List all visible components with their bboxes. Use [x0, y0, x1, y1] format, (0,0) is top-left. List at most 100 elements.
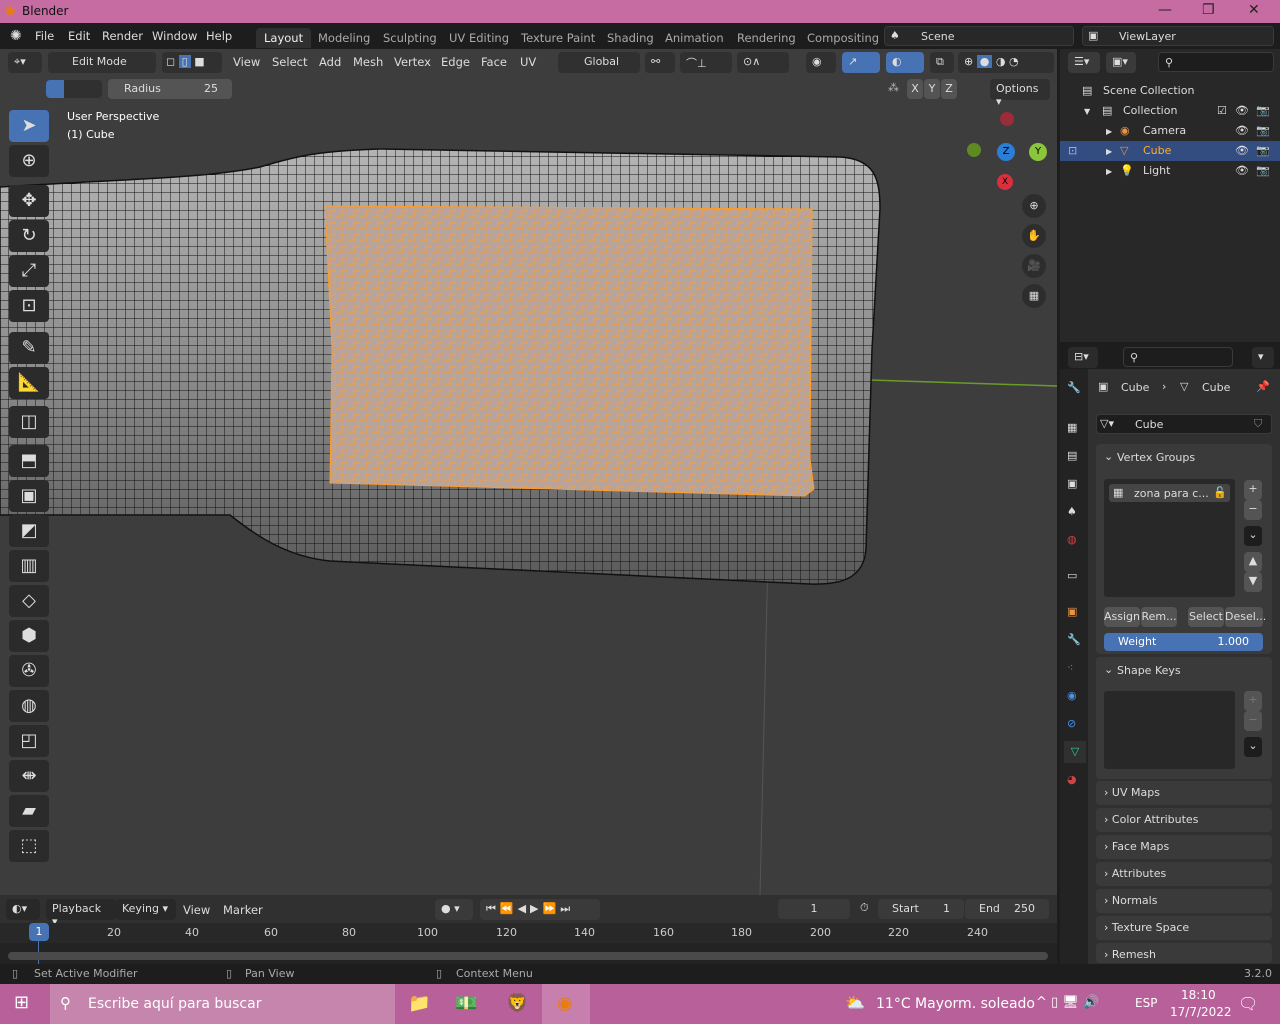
properties-editor-type[interactable]: ⊟▾ — [1068, 347, 1098, 368]
outliner-item-cube[interactable]: ⊡ ▶ ▽ Cube 👁 📷 — [1060, 141, 1280, 161]
outliner-item-light[interactable]: ▶ 💡 Light 👁 📷 — [1060, 161, 1280, 181]
overlay-toggle[interactable]: ◐ — [886, 52, 924, 73]
playback-controls[interactable]: ⏮⏪◀▶⏩⏭ — [480, 899, 600, 920]
zoom-icon[interactable]: ⊕ — [1022, 194, 1046, 218]
playback-menu[interactable]: Playback ▾ — [46, 899, 116, 928]
start-frame-field[interactable]: Start 1 — [878, 899, 964, 919]
gizmo-y-axis[interactable]: Y — [1029, 143, 1047, 161]
remove-shape-key-button[interactable]: − — [1244, 711, 1262, 731]
tool-tab-icon[interactable]: 🔧 — [1067, 381, 1081, 394]
menu-render[interactable]: Render — [102, 29, 143, 43]
collection-tab-icon[interactable]: ▭ — [1067, 569, 1077, 582]
display-mode-button[interactable]: ▣▾ — [1106, 52, 1136, 73]
poly-build-tool-icon[interactable]: ⬢ — [9, 620, 49, 652]
mirror-y-toggle[interactable]: Y — [924, 79, 940, 99]
remove-vertex-group-button[interactable]: − — [1244, 500, 1262, 520]
clock-time[interactable]: 18:10 — [1181, 988, 1216, 1002]
face-maps-panel[interactable]: › Face Maps — [1096, 835, 1272, 859]
3d-viewport[interactable]: ⌖▾ Edit Mode ◻ ▯ ■ View Select Add Mesh … — [0, 49, 1057, 895]
gizmo-toggle[interactable]: ↗ — [842, 52, 880, 73]
remove-button[interactable]: Rem... — [1141, 607, 1177, 627]
shape-keys-title[interactable]: Shape Keys — [1117, 664, 1181, 677]
menu-help[interactable]: Help — [206, 29, 232, 43]
proportional-edit-button[interactable]: ⊙∧ — [737, 52, 789, 73]
gizmo-z-axis[interactable]: Z — [997, 143, 1015, 161]
measure-tool-icon[interactable]: 📐 — [9, 367, 49, 399]
view-layer-selector[interactable]: ViewLayer — [1082, 26, 1274, 46]
end-frame-field[interactable]: End 250 — [965, 899, 1049, 919]
material-tab-icon[interactable]: ◕ — [1067, 773, 1077, 786]
add-cube-tool-icon[interactable]: ◫ — [9, 406, 49, 438]
auto-keying-button[interactable]: ● ▾ — [435, 899, 473, 920]
color-attributes-panel[interactable]: › Color Attributes — [1096, 808, 1272, 832]
render-icon[interactable]: 📷 — [1256, 144, 1270, 157]
timeline-view-menu[interactable]: View — [183, 903, 210, 917]
select-mode-group[interactable]: ◻ ▯ ■ — [162, 52, 222, 73]
menu-vertex[interactable]: Vertex — [394, 55, 431, 69]
tab-shading[interactable]: Shading — [599, 28, 662, 48]
rip-tool-icon[interactable]: ⬚ — [9, 830, 49, 862]
remesh-panel[interactable]: › Remesh — [1096, 943, 1272, 963]
move-tool-icon[interactable]: ✥ — [9, 185, 49, 217]
tab-modeling[interactable]: Modeling — [310, 28, 378, 48]
pan-hand-icon[interactable]: ✋ — [1022, 224, 1046, 248]
timeline-scrollbar[interactable] — [8, 952, 1048, 960]
mesh-browse-icon[interactable]: ▽▾ — [1100, 417, 1114, 430]
pin-icon[interactable]: 📌 — [1256, 380, 1270, 393]
tab-animation[interactable]: Animation — [657, 28, 732, 48]
brave-browser-icon[interactable]: 🦁 — [506, 993, 528, 1014]
edge-select-icon[interactable]: ▯ — [178, 55, 191, 68]
add-shape-key-button[interactable]: + — [1244, 691, 1262, 711]
extrude-tool-icon[interactable]: ⬒ — [9, 445, 49, 477]
menu-edge[interactable]: Edge — [441, 55, 470, 69]
gizmo-x-axis[interactable]: X — [997, 174, 1013, 190]
windows-start-icon[interactable]: ⊞ — [14, 992, 29, 1013]
outliner-search[interactable]: ⚲ — [1158, 52, 1274, 72]
shading-modes[interactable]: ⊕ ● ◑ ◔ — [958, 52, 1054, 73]
render-tab-icon[interactable]: ▦ — [1067, 421, 1077, 434]
rendered-shading-icon[interactable]: ◔ — [1009, 55, 1019, 68]
blender-taskbar-button[interactable]: ◉ — [542, 984, 590, 1024]
mesh-data-tab-icon[interactable]: ▽ — [1064, 741, 1086, 763]
outliner-item-camera[interactable]: ▶ ◉ Camera 👁 📷 — [1060, 121, 1280, 141]
weight-slider[interactable]: Weight 1.000 — [1104, 633, 1263, 651]
add-vertex-group-button[interactable]: + — [1244, 480, 1262, 500]
checkbox-icon[interactable]: ☑ — [1217, 104, 1227, 117]
language-indicator[interactable]: ESP — [1135, 996, 1157, 1010]
inset-tool-icon[interactable]: ▣ — [9, 480, 49, 512]
normals-panel[interactable]: › Normals — [1096, 889, 1272, 913]
world-tab-icon[interactable]: ◍ — [1067, 533, 1077, 546]
shrink-fatten-tool-icon[interactable]: ⇼ — [9, 760, 49, 792]
xray-toggle[interactable]: ⧉ — [930, 52, 954, 73]
vertex-group-item[interactable]: ▦ zona para c... 🔓 — [1109, 484, 1230, 502]
edge-slide-tool-icon[interactable]: ◰ — [9, 725, 49, 757]
move-up-button[interactable]: ▲ — [1244, 552, 1262, 572]
gizmo-neg-z[interactable] — [1000, 112, 1014, 126]
rotate-tool-icon[interactable]: ↻ — [9, 220, 49, 252]
texture-space-panel[interactable]: › Texture Space — [1096, 916, 1272, 940]
visibility-button[interactable]: ◉ — [806, 52, 836, 73]
perspective-grid-icon[interactable]: ▦ — [1022, 284, 1046, 308]
outliner-collection[interactable]: ▼ ▤ Collection ☑ 👁 📷 — [1060, 101, 1280, 121]
blender-menu-icon[interactable]: ✺ — [10, 28, 22, 44]
playhead[interactable]: 1 — [29, 923, 49, 941]
outliner-editor-type[interactable]: ☰▾ — [1068, 52, 1100, 73]
attributes-panel[interactable]: › Attributes — [1096, 862, 1272, 886]
menu-add[interactable]: Add — [319, 55, 341, 69]
tab-texture-paint[interactable]: Texture Paint — [513, 28, 603, 48]
assign-button[interactable]: Assign — [1104, 607, 1140, 627]
scale-tool-icon[interactable]: ⤢ — [9, 255, 49, 287]
notifications-icon[interactable]: 🗨 — [1238, 994, 1258, 1013]
gizmo-neg-y[interactable] — [967, 143, 981, 157]
select-new-icon[interactable] — [46, 80, 64, 98]
wireframe-shading-icon[interactable]: ⊕ — [964, 55, 973, 68]
face-select-icon[interactable]: ■ — [194, 55, 204, 68]
taskbar-search[interactable]: ⚲ Escribe aquí para buscar — [50, 984, 395, 1024]
tab-sculpting[interactable]: Sculpting — [375, 28, 445, 48]
menu-edit[interactable]: Edit — [68, 29, 90, 43]
bevel-tool-icon[interactable]: ◩ — [9, 515, 49, 547]
tab-compositing[interactable]: Compositing — [799, 28, 887, 48]
render-icon[interactable]: 📷 — [1256, 164, 1270, 177]
mode-selector[interactable]: Edit Mode — [48, 52, 156, 73]
properties-search[interactable]: ⚲ — [1123, 347, 1233, 367]
